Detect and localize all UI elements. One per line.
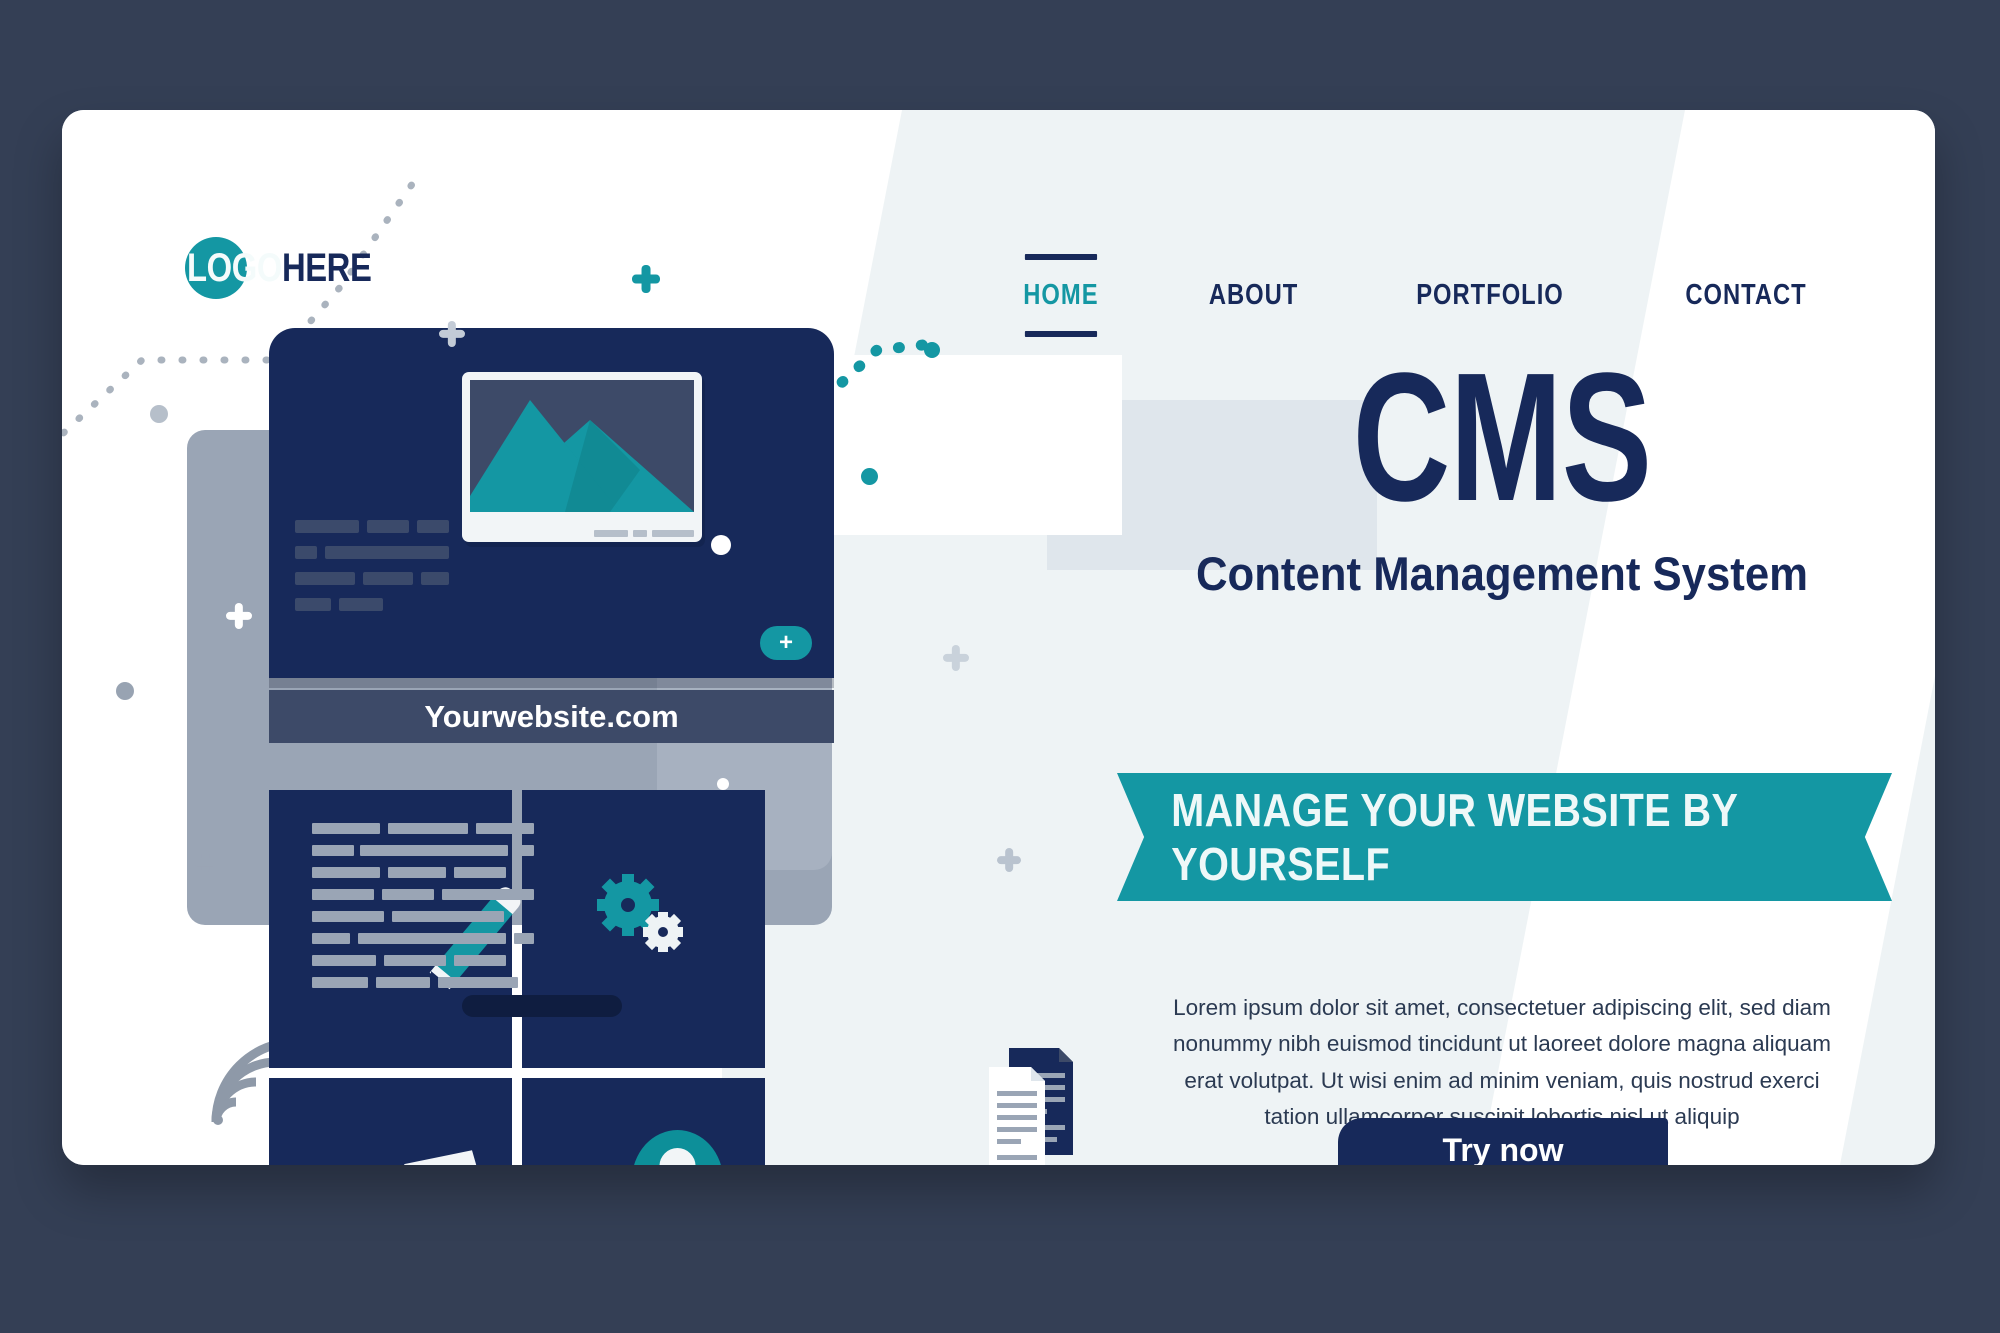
nav-item-home[interactable]: HOME	[1023, 254, 1098, 337]
dot-decor-white-panel-1	[711, 535, 731, 555]
dot-decor-teal-path-end	[924, 342, 940, 358]
page-subtitle: Content Management System	[1195, 546, 1809, 600]
pencil-shadow	[462, 995, 622, 1017]
website-url-label: Yourwebsite.com	[424, 698, 679, 734]
nav-item-about[interactable]: ABOUT	[1209, 275, 1298, 316]
plus-decor-white-on-panel	[226, 603, 252, 629]
hero-body-text: Lorem ipsum dolor sit amet, consectetuer…	[1173, 995, 1831, 1130]
documents-icon	[989, 1048, 1073, 1165]
logo-text-secondary: HERE	[281, 245, 372, 290]
plus-decor-teal	[632, 265, 660, 293]
plus-decor-grey-bottomleft	[193, 850, 217, 874]
add-content-button[interactable]: +	[760, 626, 812, 660]
plus-decor-outline-grey	[439, 321, 465, 347]
gears-icon	[597, 874, 683, 952]
dot-decor-teal-right	[861, 468, 878, 485]
page-title: CMS	[1352, 334, 1652, 539]
ribbon-label: MANAGE YOUR WEBSITE BY YOURSELF	[1171, 784, 1738, 890]
hero-section: CMS Content Management System	[1072, 334, 1932, 601]
user-avatar-icon	[634, 1130, 721, 1165]
dot-decor-grey-lower	[116, 682, 134, 700]
logo-text-primary: LOGO	[187, 245, 282, 290]
nav-item-contact[interactable]: CONTACT	[1685, 275, 1806, 316]
plus-decor-grey-right	[943, 645, 969, 671]
dot-decor-white-panel-2	[717, 778, 729, 790]
dot-decor-grey-upper	[150, 405, 168, 423]
try-now-button[interactable]: Try now	[1338, 1118, 1668, 1165]
monitor-controls	[594, 530, 694, 537]
browser-window-illustration: +	[269, 328, 834, 678]
folder-icon	[404, 1150, 477, 1165]
plus-decor-grey-lowerright	[997, 848, 1021, 872]
main-navigation: HOME ABOUT PORTFOLIO CONTACT	[1015, 254, 1820, 337]
logo[interactable]: LOGOHERE	[185, 235, 412, 301]
landing-page-card: + Yourwebsite.com LOGOHERE HOME ABOUT PO…	[62, 110, 1935, 1165]
nav-item-portfolio[interactable]: PORTFOLIO	[1416, 275, 1564, 316]
website-url-bar: Yourwebsite.com	[269, 690, 834, 743]
monitor-screen	[470, 380, 694, 512]
image-placeholder-icon	[462, 372, 702, 542]
tagline-ribbon: MANAGE YOUR WEBSITE BY YOURSELF	[1117, 773, 1892, 901]
